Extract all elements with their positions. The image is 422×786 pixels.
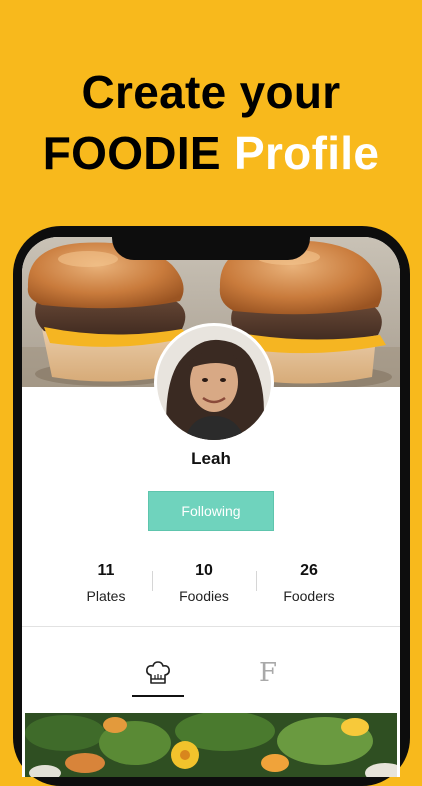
headline-foodie: FOODIE: [42, 127, 221, 179]
profile-avatar[interactable]: [154, 323, 274, 443]
headline-profile: Profile: [234, 127, 380, 179]
feed-photo-salad[interactable]: [25, 713, 397, 777]
profile-name: Leah: [191, 449, 231, 468]
chef-hat-icon: [146, 661, 170, 684]
stat-plates-value: 11: [97, 562, 115, 579]
stat-foodies-label: Foodies: [179, 588, 229, 604]
phone-notch: [112, 226, 310, 260]
section-divider: [22, 626, 400, 627]
promo-headline: Create your FOODIE Profile: [0, 62, 422, 184]
stat-fooders-value: 26: [300, 562, 318, 579]
stat-fooders[interactable]: 26 Fooders: [254, 562, 364, 604]
stat-foodies-value: 10: [195, 562, 213, 579]
profile-stats: 11 Plates 10 Foodies 26 Fooders: [22, 562, 400, 610]
f-letter-icon: F: [258, 658, 278, 688]
active-tab-indicator: [132, 695, 184, 697]
stat-foodies[interactable]: 10 Foodies: [149, 562, 259, 604]
tab-plates[interactable]: [132, 647, 184, 699]
stat-fooders-label: Fooders: [283, 588, 335, 604]
tab-foodies[interactable]: F: [242, 647, 294, 699]
phone-screen: Leah Following 11 Plates 10 Foodies 26 F…: [22, 237, 400, 777]
headline-line-1: Create your: [81, 66, 341, 118]
avatar-photo: [157, 326, 271, 440]
stat-plates-label: Plates: [86, 588, 126, 604]
stat-plates[interactable]: 11 Plates: [51, 562, 161, 604]
headline-line-2: FOODIE Profile: [0, 123, 422, 184]
following-button[interactable]: Following: [148, 491, 274, 531]
